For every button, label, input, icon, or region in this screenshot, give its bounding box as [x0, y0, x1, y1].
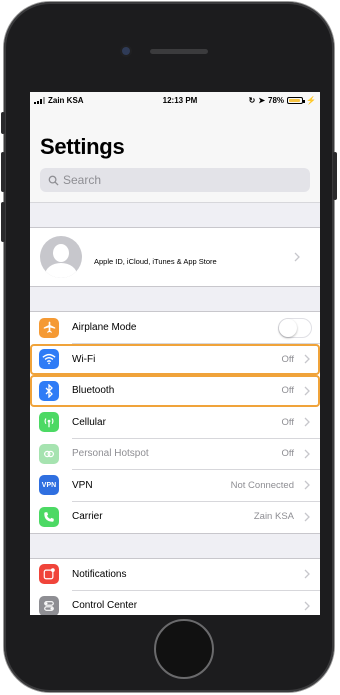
front-camera — [122, 47, 130, 55]
page-title: Settings — [40, 134, 125, 159]
vpn-icon: VPN — [39, 475, 59, 496]
system-group: Notifications Control Center — [30, 557, 320, 615]
wifi-icon — [39, 349, 59, 370]
airplane-icon — [39, 317, 59, 338]
bluetooth-icon — [39, 380, 59, 401]
cellular-value: Off — [281, 416, 295, 428]
settings-screen: Zain KSA 12:13 PM ↻ ➤ 78% ⚡ Settings Sea… — [30, 92, 320, 615]
home-button[interactable] — [154, 619, 214, 679]
rotation-lock-icon: ↻ — [248, 95, 256, 105]
phone-icon — [39, 506, 59, 527]
notifications-label: Notifications — [72, 568, 127, 580]
carrier-value: Zain KSA — [253, 511, 294, 523]
bluetooth-label: Bluetooth — [72, 385, 115, 397]
chevron-right-icon — [300, 512, 314, 522]
wifi-row[interactable]: Wi-Fi Off — [30, 343, 320, 375]
bluetooth-row[interactable]: Bluetooth Off — [30, 375, 320, 407]
bluetooth-value: Off — [281, 385, 295, 397]
chevron-right-icon — [290, 252, 304, 262]
avatar — [40, 236, 82, 278]
search-placeholder: Search — [63, 173, 102, 187]
apple-id-group: Apple ID, iCloud, iTunes & App Store — [30, 227, 320, 287]
chevron-right-icon — [300, 354, 314, 364]
carrier-row[interactable]: Carrier Zain KSA — [30, 501, 320, 533]
volume-down-button — [1, 202, 5, 242]
vpn-value: Not Connected — [230, 479, 294, 491]
control-center-label: Control Center — [72, 600, 138, 612]
wifi-value: Off — [281, 353, 295, 365]
vpn-label: VPN — [72, 479, 93, 491]
carrier-name: Zain KSA — [48, 95, 84, 105]
settings-header: Settings Search — [30, 108, 320, 203]
earpiece-speaker — [150, 49, 208, 54]
personal-hotspot-row[interactable]: Personal Hotspot Off — [30, 438, 320, 470]
vpn-row[interactable]: VPN VPN Not Connected — [30, 470, 320, 501]
mute-switch — [1, 112, 5, 134]
chevron-right-icon — [300, 601, 314, 611]
apple-id-label: Apple ID, iCloud, iTunes & App Store — [94, 256, 217, 266]
hotspot-icon — [39, 443, 59, 464]
power-button — [333, 152, 337, 200]
cellular-icon — [39, 412, 59, 433]
airplane-mode-row[interactable]: Airplane Mode — [30, 312, 320, 344]
control-center-row[interactable]: Control Center — [30, 590, 320, 615]
battery-icon — [287, 96, 306, 104]
notifications-row[interactable]: Notifications — [30, 559, 320, 590]
status-bar: Zain KSA 12:13 PM ↻ ➤ 78% ⚡ — [30, 92, 320, 108]
connectivity-group: Airplane Mode Wi-Fi Off Bluetooth Off Ce — [30, 311, 320, 534]
personal-hotspot-label: Personal Hotspot — [72, 448, 149, 460]
notifications-icon — [39, 564, 59, 585]
chevron-right-icon — [300, 386, 314, 396]
chevron-right-icon — [300, 417, 314, 427]
location-icon: ➤ — [258, 95, 266, 105]
volume-up-button — [1, 152, 5, 192]
carrier-label: Carrier — [72, 511, 103, 523]
personal-hotspot-value: Off — [281, 448, 295, 460]
chevron-right-icon — [300, 480, 314, 490]
wifi-label: Wi-Fi — [72, 353, 96, 365]
battery-percent: 78% — [268, 95, 285, 105]
chevron-right-icon — [300, 449, 314, 459]
cellular-label: Cellular — [72, 416, 106, 428]
chevron-right-icon — [300, 569, 314, 579]
airplane-mode-toggle[interactable] — [278, 317, 312, 338]
cellular-row[interactable]: Cellular Off — [30, 407, 320, 438]
airplane-mode-label: Airplane Mode — [72, 322, 137, 334]
apple-id-row[interactable]: Apple ID, iCloud, iTunes & App Store — [30, 228, 320, 286]
status-time: 12:13 PM — [162, 95, 198, 105]
control-center-icon — [39, 595, 59, 615]
signal-icon — [34, 96, 45, 104]
charging-icon: ⚡ — [306, 95, 316, 105]
search-field[interactable]: Search — [40, 168, 310, 192]
search-icon — [48, 175, 59, 186]
